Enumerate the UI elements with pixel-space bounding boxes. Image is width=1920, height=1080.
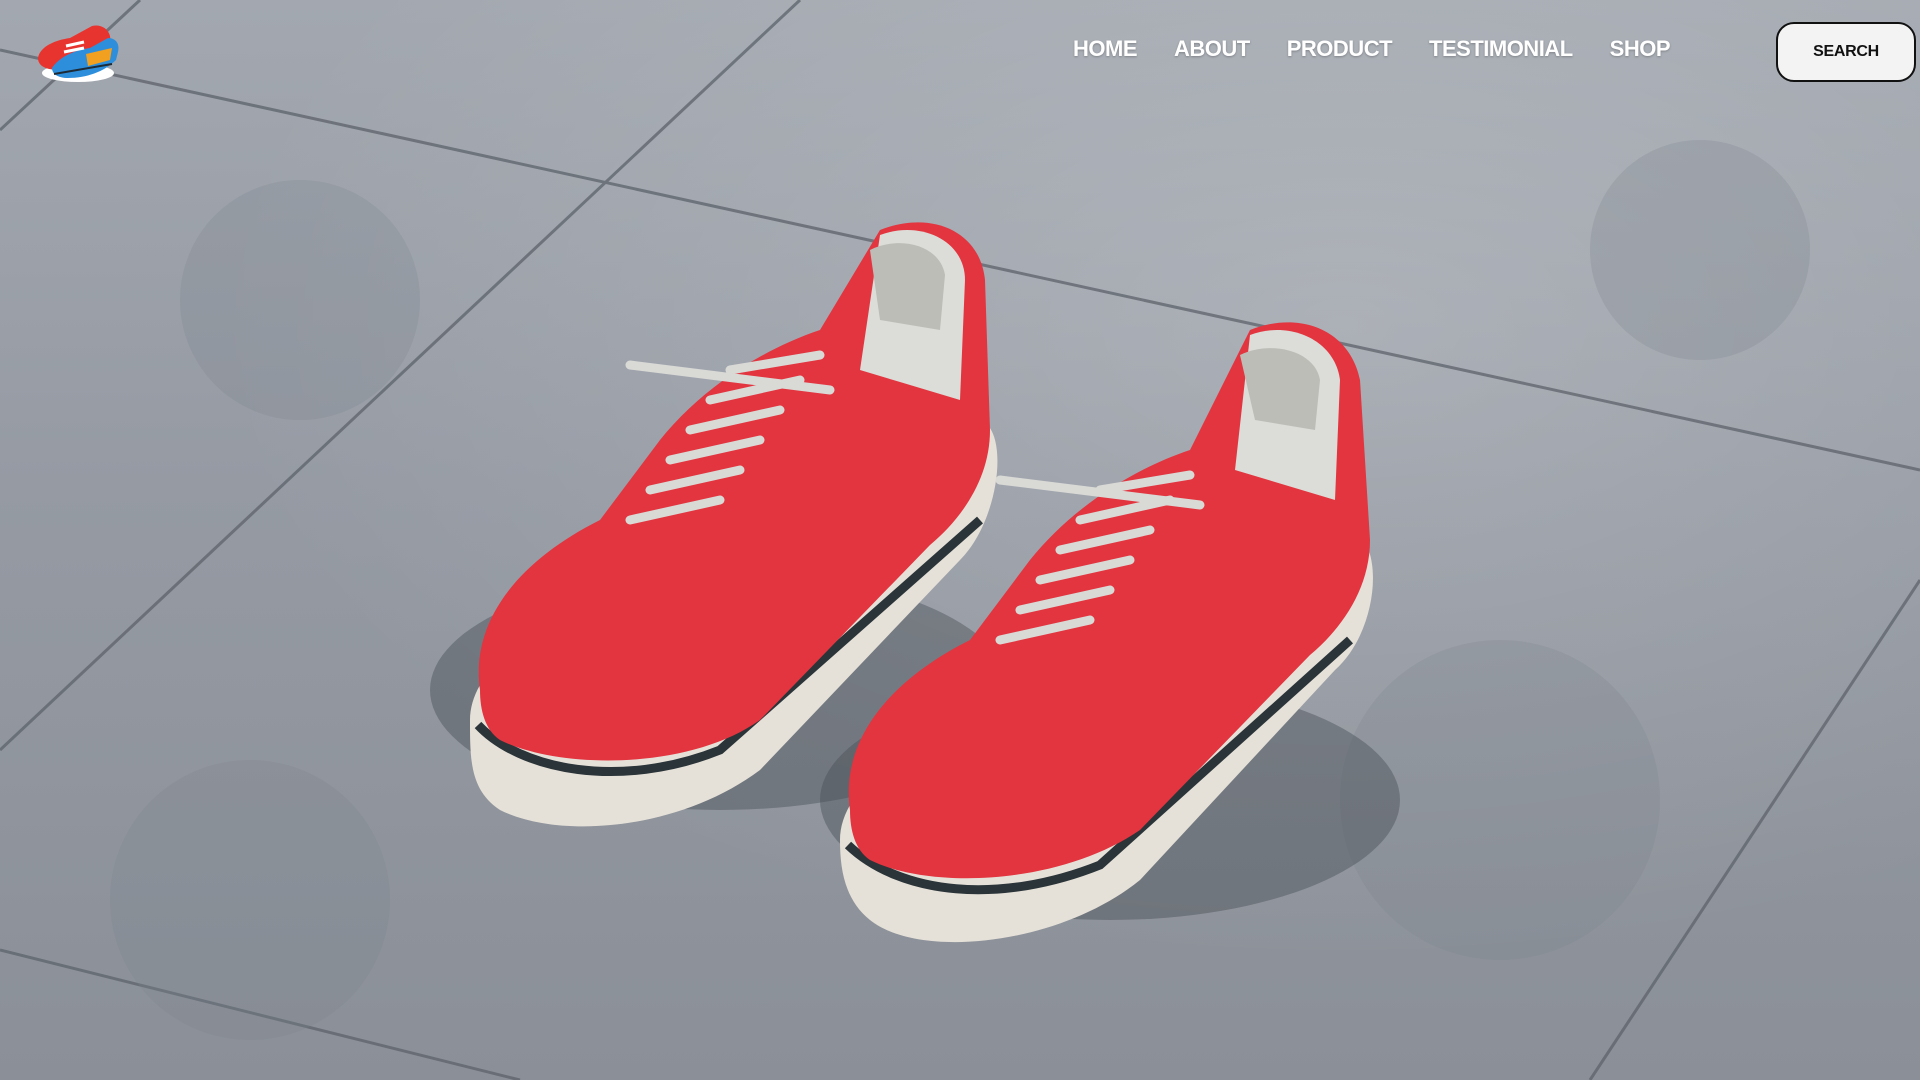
search-button[interactable]: SEARCH: [1776, 22, 1916, 82]
hero-background: [0, 0, 1920, 1080]
nav-about-link[interactable]: ABOUT: [1174, 36, 1250, 62]
nav-home-link[interactable]: HOME: [1073, 36, 1138, 62]
nav-testimonial-link[interactable]: TESTIMONIAL: [1429, 36, 1573, 62]
nav-shop-link[interactable]: SHOP: [1610, 36, 1671, 62]
site-header: HOME ABOUT PRODUCT TESTIMONIAL SHOP SEAR…: [0, 0, 1920, 110]
sneakers-logo-icon[interactable]: [30, 18, 122, 88]
nav-product-link[interactable]: PRODUCT: [1287, 36, 1393, 62]
main-nav: HOME ABOUT PRODUCT TESTIMONIAL SHOP: [1073, 36, 1670, 62]
hero-image: [0, 0, 1920, 1080]
